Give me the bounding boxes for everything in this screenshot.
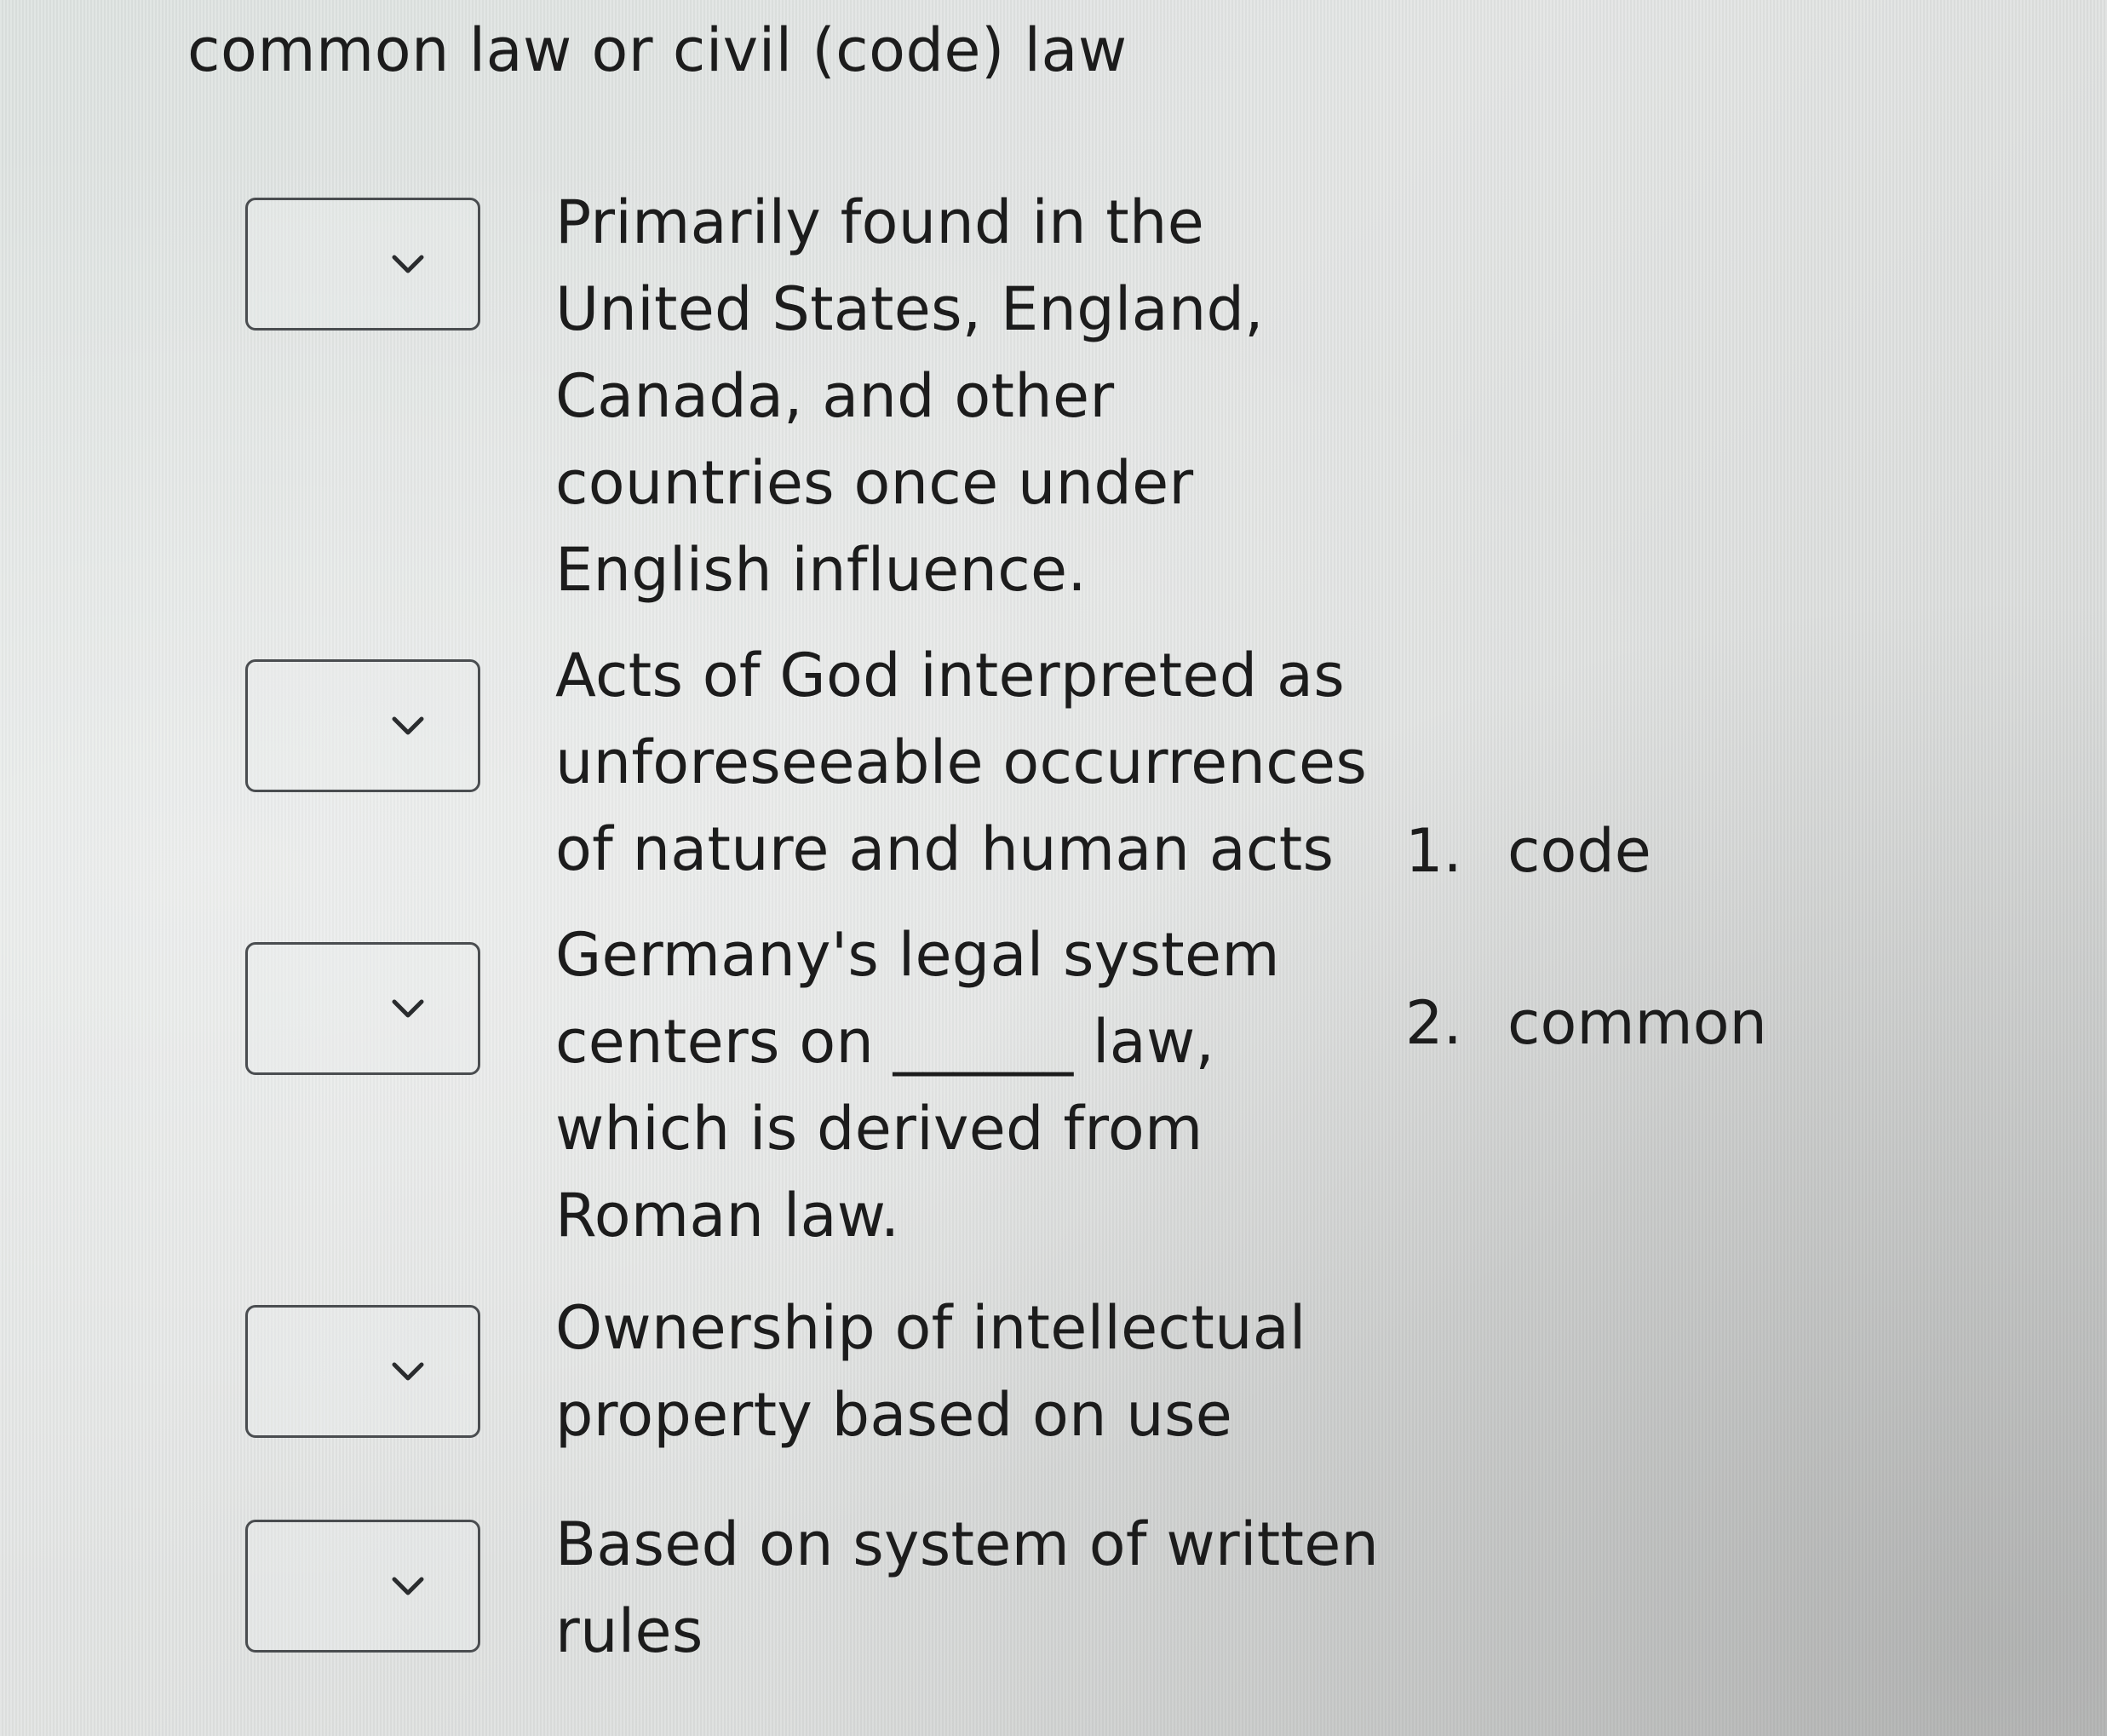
question-line: United States, England, [555, 274, 1264, 344]
question-text: Acts of God interpreted as unforeseeable… [555, 632, 1367, 893]
answer-dropdown[interactable] [245, 942, 480, 1075]
question-line: countries once under [555, 448, 1194, 518]
option-item: 2. common [1405, 988, 1767, 1058]
question-text: Germany's legal system centers on ______… [555, 911, 1280, 1259]
question-line: Canada, and other [555, 361, 1115, 431]
chevron-down-icon [392, 255, 424, 273]
chevron-down-icon [392, 1362, 424, 1381]
option-number: 1. [1405, 816, 1462, 886]
option-label: code [1507, 816, 1651, 886]
question-line: rules [555, 1596, 703, 1666]
question-line: Based on system of written [555, 1509, 1380, 1579]
question-text: Based on system of written rules [555, 1501, 1379, 1675]
option-number: 2. [1405, 988, 1462, 1058]
answer-dropdown[interactable] [245, 1520, 480, 1653]
question-line: Roman law. [555, 1181, 900, 1250]
question-line: property based on use [555, 1380, 1233, 1450]
question-text: Ownership of intellectual property based… [555, 1285, 1306, 1458]
question-line: English influence. [555, 535, 1087, 605]
option-item: 1. code [1405, 816, 1651, 886]
chevron-down-icon [392, 716, 424, 735]
chevron-down-icon [392, 1577, 424, 1595]
answer-dropdown[interactable] [245, 198, 480, 331]
answer-dropdown[interactable] [245, 1305, 480, 1438]
question-line: Ownership of intellectual [555, 1293, 1306, 1363]
answer-dropdown[interactable] [245, 659, 480, 792]
question-line: of nature and human acts [555, 814, 1335, 884]
option-label: common [1507, 988, 1767, 1058]
page-title: common law or civil (code) law [187, 15, 1128, 85]
question-line: centers on ______ law, [555, 1007, 1215, 1077]
question-line: unforeseeable occurrences [555, 727, 1368, 797]
chevron-down-icon [392, 999, 424, 1018]
question-line: Primarily found in the [555, 187, 1205, 257]
question-line: Germany's legal system [555, 920, 1280, 990]
question-text: Primarily found in the United States, En… [555, 179, 1264, 613]
question-line: which is derived from [555, 1094, 1203, 1164]
question-line: Acts of God interpreted as [555, 641, 1345, 710]
